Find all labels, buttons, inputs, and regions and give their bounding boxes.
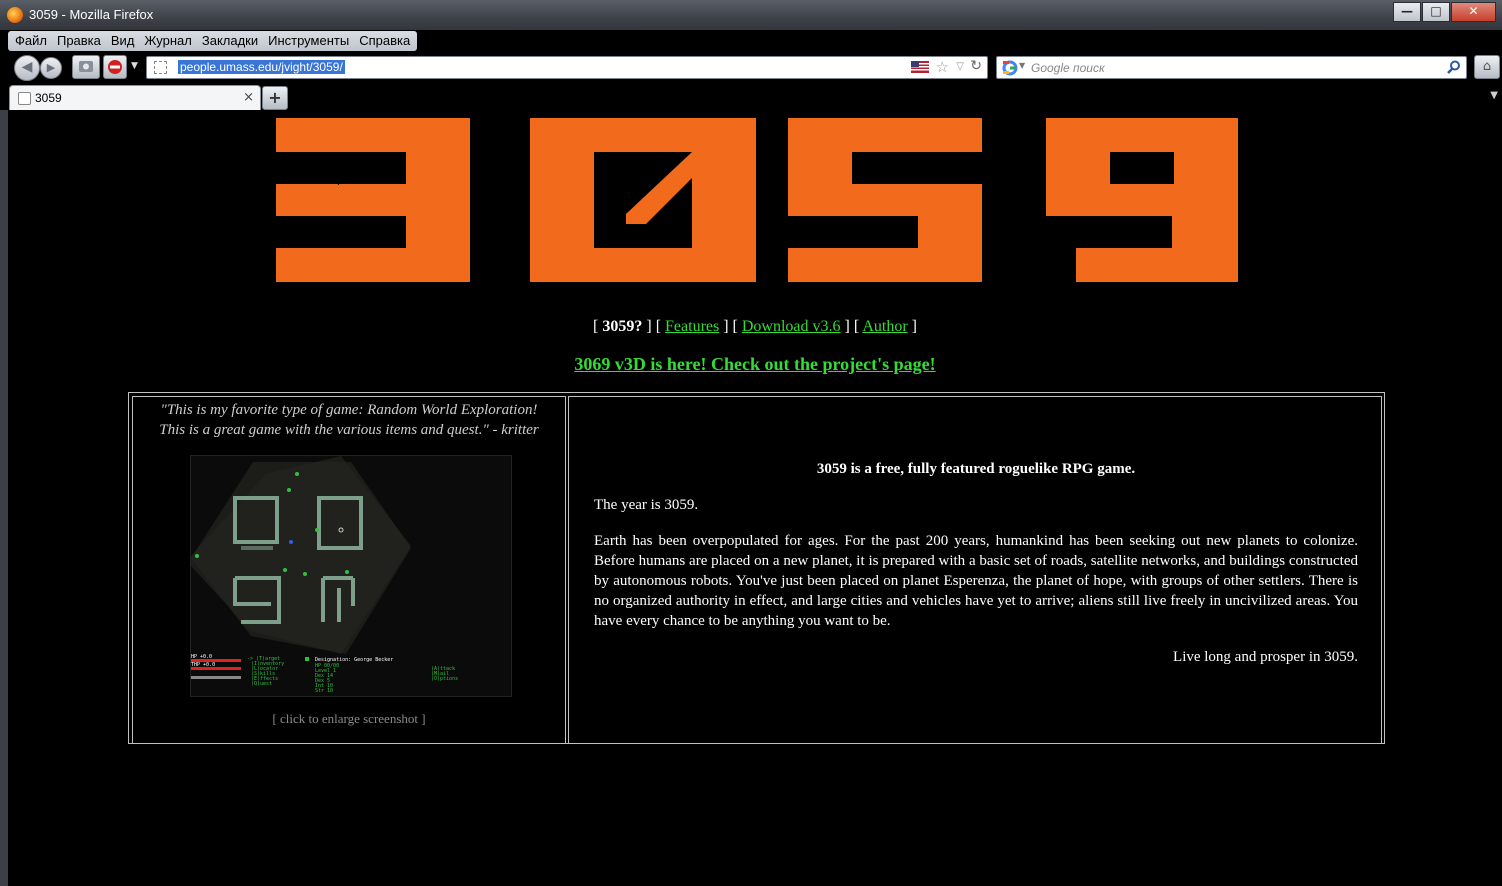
description-title: 3059 is a free, fully featured roguelike… xyxy=(816,461,1136,477)
window-left-edge xyxy=(0,110,8,886)
hud-menu-quest: (Q)uest xyxy=(251,681,272,687)
site-navigation: [ 3059? ] [ Features ] [ Download v3.6 ]… xyxy=(593,318,917,335)
addon-icon xyxy=(79,61,93,72)
google-search-engine-icon[interactable] xyxy=(1002,60,1018,76)
project-page-link[interactable]: 3069 v3D is here! Check out the project'… xyxy=(574,354,935,374)
navigation-toolbar: ◀ ▶ ▼ people.umass.edu/jvight/3059/ ☆ ▽ … xyxy=(0,52,1502,82)
menu-bar: Файл Правка Вид Журнал Закладки Инструме… xyxy=(8,31,418,51)
window-titlebar: 3059 - Mozilla Firefox — □ ✕ xyxy=(0,0,1502,30)
screenshot-cell: "This is my favorite type of game: Rando… xyxy=(132,396,566,744)
menu-bookmarks[interactable]: Закладки xyxy=(197,31,263,51)
menu-view[interactable]: Вид xyxy=(106,31,140,51)
tab-bar: 3059 × + ▼ xyxy=(0,84,1502,111)
close-window-button[interactable]: ✕ xyxy=(1451,2,1496,22)
back-button[interactable]: ◀ xyxy=(14,55,40,81)
game-map-image: HP +0.0 THP +0.0 -> (T)arget (I)nventory… xyxy=(191,456,458,694)
content-table: "This is my favorite type of game: Rando… xyxy=(128,392,1385,744)
nav-current-page: 3059? xyxy=(602,318,643,335)
reload-icon[interactable]: ↻ xyxy=(970,58,982,74)
page-favicon-icon xyxy=(18,92,31,105)
toolbar-addon-button[interactable] xyxy=(72,55,100,79)
description-paragraph-1: The year is 3059. xyxy=(594,497,699,513)
site-identity-icon[interactable] xyxy=(154,61,167,74)
minimize-button[interactable]: — xyxy=(1393,2,1421,22)
hud-info-str: Str 10 xyxy=(315,688,333,694)
description-closing: Live long and prosper in 3059. xyxy=(1173,649,1358,665)
url-history-dropdown-icon[interactable]: ▽ xyxy=(956,61,964,72)
hud-thp: THP +0.0 xyxy=(191,662,215,668)
url-input[interactable]: people.umass.edu/jvight/3059/ xyxy=(178,60,345,74)
menu-tools[interactable]: Инструменты xyxy=(263,31,354,51)
enlarge-screenshot-link[interactable]: [ click to enlarge screenshot ] xyxy=(133,711,565,727)
hud-hp: HP +0.0 xyxy=(191,654,212,660)
url-bar[interactable]: people.umass.edu/jvight/3059/ ☆ ▽ ↻ xyxy=(146,56,988,79)
window-controls: — □ ✕ xyxy=(1392,2,1496,22)
new-tab-button[interactable]: + xyxy=(262,86,288,110)
bookmark-star-icon[interactable]: ☆ xyxy=(936,58,949,76)
quote-line-2: This is a great game with the various it… xyxy=(159,422,539,438)
maximize-button[interactable]: □ xyxy=(1422,2,1450,22)
quote-line-1: "This is my favorite type of game: Rando… xyxy=(160,402,538,418)
game-screenshot[interactable]: HP +0.0 THP +0.0 -> (T)arget (I)nventory… xyxy=(190,455,512,697)
menu-history[interactable]: Журнал xyxy=(139,31,196,51)
us-flag-icon xyxy=(911,61,929,73)
search-input[interactable]: Google поиск xyxy=(1031,61,1105,75)
page-viewport: 3059 [ 3059? ] [ Features ] [ Download v… xyxy=(8,110,1502,886)
user-quote: "This is my favorite type of game: Rando… xyxy=(133,400,565,440)
search-icon[interactable] xyxy=(1447,60,1461,74)
description-cell: 3059 is a free, fully featured roguelike… xyxy=(568,396,1382,744)
description-paragraph-2: Earth has been overpopulated for ages. F… xyxy=(594,533,1358,629)
nav-author-link[interactable]: Author xyxy=(862,318,907,335)
window-title: 3059 - Mozilla Firefox xyxy=(29,7,154,22)
announcement: 3069 v3D is here! Check out the project'… xyxy=(8,354,1502,375)
site-logo-3059: 3059 xyxy=(276,118,1238,282)
forward-button[interactable]: ▶ xyxy=(40,57,62,79)
tab-3059[interactable]: 3059 × xyxy=(9,85,261,111)
menu-edit[interactable]: Правка xyxy=(52,31,106,51)
adblock-dropdown-icon[interactable]: ▼ xyxy=(131,61,138,71)
firefox-logo-icon xyxy=(7,7,23,23)
tab-close-button[interactable]: × xyxy=(243,90,254,105)
search-bar[interactable]: ▼ Google поиск xyxy=(996,56,1467,79)
nav-download-link[interactable]: Download v3.6 xyxy=(742,318,841,335)
menu-file[interactable]: Файл xyxy=(10,31,52,51)
nav-features-link[interactable]: Features xyxy=(665,318,719,335)
hud-action-options: (O)ptions xyxy=(431,676,458,682)
search-engine-dropdown-icon[interactable]: ▼ xyxy=(1019,61,1025,70)
tab-list-dropdown-icon[interactable]: ▼ xyxy=(1490,90,1498,101)
home-button[interactable]: ⌂ xyxy=(1474,55,1500,79)
tab-title: 3059 xyxy=(35,91,62,105)
adblock-icon xyxy=(108,60,122,74)
menu-help[interactable]: Справка xyxy=(354,31,415,51)
adblock-button[interactable] xyxy=(103,55,127,79)
